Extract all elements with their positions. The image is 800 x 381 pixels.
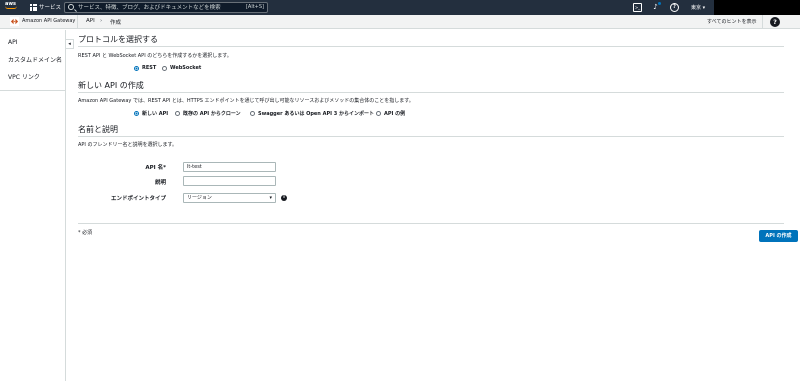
- aws-logo[interactable]: aws: [5, 1, 19, 13]
- radio-example-api[interactable]: API の例: [376, 110, 405, 117]
- search-shortcut-hint: [Alt+S]: [245, 4, 264, 10]
- service-name[interactable]: Amazon API Gateway: [22, 18, 75, 24]
- radio-websocket[interactable]: WebSocket: [162, 65, 201, 71]
- sidebar-item-custom-domain[interactable]: カスタムドメイン名: [8, 55, 62, 64]
- radio-button-selected[interactable]: [134, 65, 139, 71]
- api-name-label: API 名*: [145, 165, 166, 171]
- radio-import-swagger[interactable]: Swagger あるいは Open API 3 からインポート: [250, 110, 374, 117]
- services-grid-icon[interactable]: [30, 4, 37, 11]
- radio-label: REST: [142, 65, 157, 71]
- notifications-bell-icon[interactable]: ♪: [651, 2, 661, 12]
- endpoint-type-select[interactable]: リージョン ▾: [183, 193, 276, 203]
- sidebar: API カスタムドメイン名 VPC リンク: [0, 30, 66, 381]
- info-icon[interactable]: i: [281, 195, 287, 201]
- description-label: 説明: [154, 180, 166, 186]
- radio-label: 既存の API からクローン: [183, 111, 241, 117]
- endpoint-type-label: エンドポイントタイプ: [110, 196, 166, 202]
- radio-button[interactable]: [376, 111, 381, 116]
- chevron-down-icon: ▾: [269, 195, 272, 201]
- aws-logo-text: aws: [5, 1, 16, 7]
- account-menu[interactable]: [714, 0, 800, 15]
- section-divider: [78, 136, 784, 137]
- radio-label: WebSocket: [170, 65, 202, 71]
- radio-new-api[interactable]: 新しい API: [134, 110, 168, 117]
- radio-label: Swagger あるいは Open API 3 からインポート: [258, 111, 374, 117]
- search-icon: [68, 4, 74, 10]
- section-divider: [78, 92, 784, 93]
- services-menu[interactable]: サービス: [39, 3, 61, 11]
- radio-clone-api[interactable]: 既存の API からクローン: [175, 110, 241, 117]
- sidebar-divider: [0, 90, 66, 91]
- search-input[interactable]: [78, 4, 238, 12]
- endpoint-type-value: リージョン: [187, 195, 212, 201]
- breadcrumb-separator: ›: [100, 18, 103, 24]
- radio-button[interactable]: [162, 65, 167, 71]
- section-divider: [78, 223, 784, 224]
- protocol-section-title: プロトコルを選択する: [78, 35, 158, 44]
- search-box[interactable]: [Alt+S]: [64, 2, 268, 13]
- radio-button[interactable]: [175, 111, 180, 116]
- collapse-sidebar-button[interactable]: ◂: [66, 39, 74, 49]
- required-note: * 必須: [78, 230, 93, 236]
- api-gateway-logo-icon: [10, 17, 19, 26]
- api-name-input[interactable]: [183, 162, 276, 172]
- radio-label: 新しい API: [142, 111, 169, 117]
- breadcrumb-current: 作成: [110, 20, 122, 26]
- help-icon[interactable]: ?: [770, 17, 780, 27]
- service-header: Amazon API Gateway API › 作成 すべてのヒントを表示 ?: [0, 15, 800, 29]
- support-help-icon[interactable]: ?: [670, 3, 679, 12]
- new-api-section-title: 新しい API の作成: [78, 81, 144, 90]
- top-navigation-bar: aws サービス [Alt+S] >_ ♪ ? 東京 ▾: [0, 0, 800, 15]
- header-divider: [77, 15, 78, 29]
- collapse-left-icon: ◂: [68, 41, 71, 47]
- header-divider-right: [762, 15, 763, 29]
- radio-rest[interactable]: REST: [134, 65, 156, 71]
- sidebar-item-api[interactable]: API: [8, 39, 18, 46]
- breadcrumb-api[interactable]: API: [86, 18, 95, 24]
- notification-dot: [658, 2, 661, 5]
- section-divider: [78, 46, 784, 47]
- radio-label: API の例: [384, 111, 406, 117]
- cloudshell-icon[interactable]: >_: [633, 3, 642, 12]
- radio-button[interactable]: [250, 111, 255, 116]
- name-section-description: API のフレンドリー名と説明を選択します。: [78, 142, 178, 148]
- sidebar-item-vpc-link[interactable]: VPC リンク: [8, 72, 40, 81]
- description-input[interactable]: [183, 176, 276, 186]
- protocol-description: REST API と WebSocket API のどちらを作成するかを選択しま…: [78, 53, 232, 59]
- name-section-title: 名前と説明: [78, 125, 118, 134]
- show-all-hints-link[interactable]: すべてのヒントを表示: [707, 18, 756, 25]
- radio-button-selected[interactable]: [134, 111, 139, 116]
- create-api-button[interactable]: API の作成: [759, 230, 798, 242]
- region-selector[interactable]: 東京 ▾: [691, 4, 705, 11]
- new-api-description: Amazon API Gateway では、REST API とは、HTTPS …: [78, 98, 414, 104]
